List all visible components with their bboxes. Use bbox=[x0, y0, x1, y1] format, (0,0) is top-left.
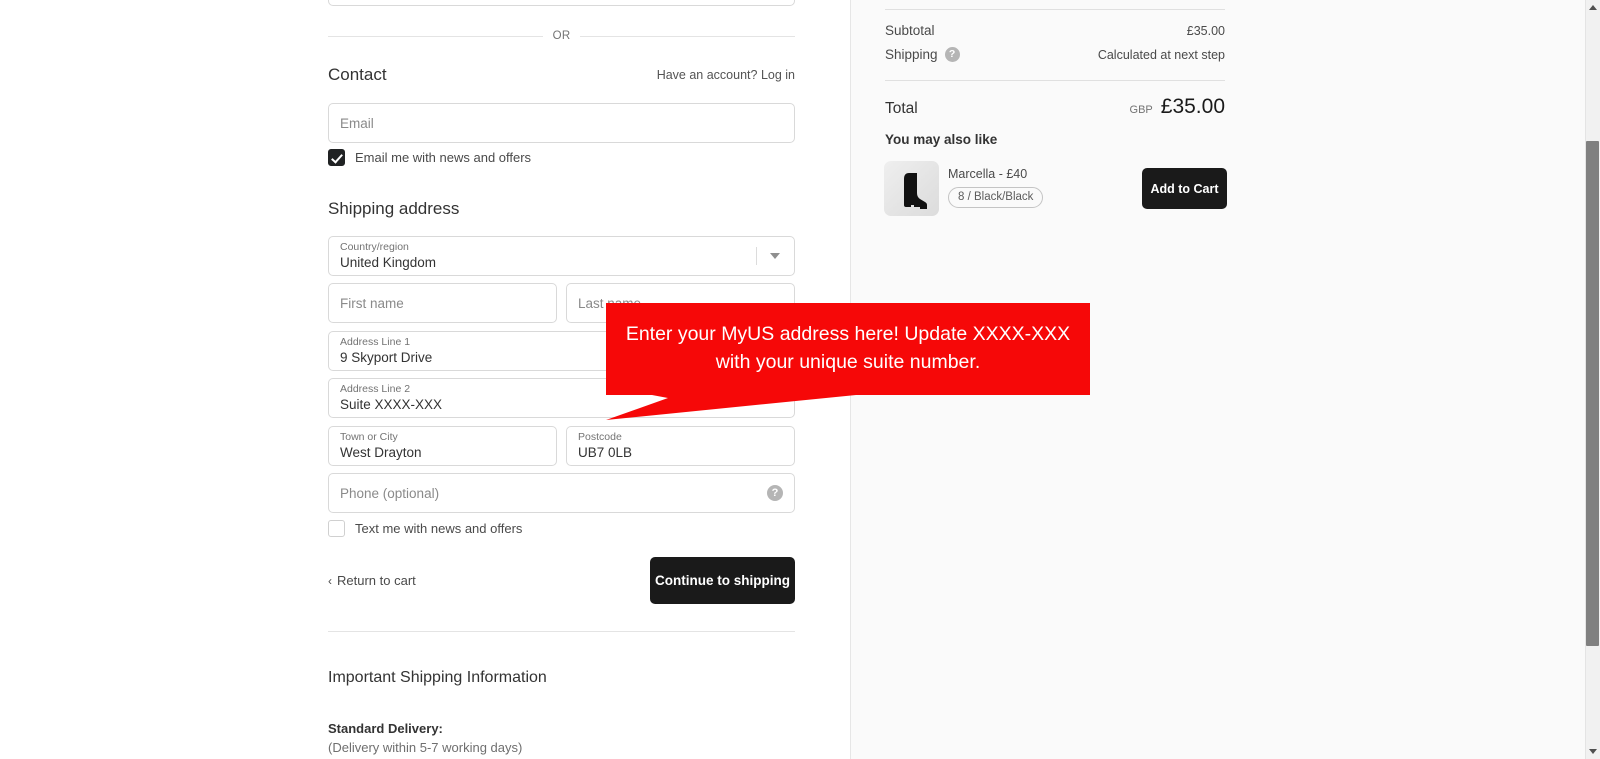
add-to-cart-button[interactable]: Add to Cart bbox=[1142, 168, 1227, 209]
postcode-value: UB7 0LB bbox=[578, 445, 633, 460]
login-link[interactable]: Log in bbox=[761, 68, 795, 82]
upsell-product-name: Marcella - £40 bbox=[948, 167, 1028, 181]
phone-placeholder: Phone (optional) bbox=[340, 486, 440, 501]
login-prompt: Have an account? Log in bbox=[600, 68, 795, 82]
first-name-placeholder: First name bbox=[340, 296, 404, 311]
chevron-left-icon: ‹ bbox=[328, 573, 332, 588]
subtotal-value: £35.00 bbox=[1186, 23, 1225, 38]
email-optin-row[interactable]: Email me with news and offers bbox=[328, 149, 531, 166]
sms-optin-row[interactable]: Text me with news and offers bbox=[328, 520, 522, 537]
annotation-callout: Enter your MyUS address here! Update XXX… bbox=[606, 303, 1090, 395]
shipping-value: Calculated at next step bbox=[1097, 47, 1225, 62]
phone-help-icon[interactable]: ? bbox=[767, 485, 783, 501]
total-row: Total GBP £35.00 bbox=[885, 95, 1225, 119]
postcode-label: Postcode bbox=[578, 431, 622, 443]
divider-rule-left bbox=[328, 35, 543, 37]
country-region-label: Country/region bbox=[340, 241, 409, 253]
address-line-2-label: Address Line 2 bbox=[340, 383, 411, 395]
address-line-1-label: Address Line 1 bbox=[340, 336, 411, 348]
subtotal-label: Subtotal bbox=[885, 23, 935, 38]
town-or-city-field[interactable]: Town or City West Drayton bbox=[328, 426, 557, 466]
sms-optin-checkbox[interactable] bbox=[328, 520, 345, 537]
footer-divider bbox=[328, 631, 795, 632]
email-field[interactable]: Email bbox=[328, 103, 795, 143]
return-to-cart-label: Return to cart bbox=[337, 573, 416, 588]
country-region-value: United Kingdom bbox=[340, 255, 437, 270]
phone-field[interactable]: Phone (optional) ? bbox=[328, 473, 795, 513]
address-line-2-value: Suite XXXX-XXX bbox=[340, 397, 443, 412]
annotation-text: Enter your MyUS address here! Update XXX… bbox=[625, 323, 1071, 373]
shipping-row: Shipping ? Calculated at next step bbox=[885, 47, 1225, 62]
address-line-1-value: 9 Skyport Drive bbox=[340, 350, 433, 365]
express-checkout-button[interactable] bbox=[328, 0, 795, 6]
town-or-city-value: West Drayton bbox=[340, 445, 422, 460]
total-value-group: GBP £35.00 bbox=[1130, 95, 1225, 119]
sms-optin-label: Text me with news and offers bbox=[355, 521, 523, 536]
return-to-cart-link[interactable]: ‹ Return to cart bbox=[328, 573, 416, 588]
shipping-help-icon[interactable]: ? bbox=[944, 47, 960, 62]
annotation-callout-tail bbox=[606, 394, 866, 420]
checkout-page: OR Contact Have an account? Log in Email… bbox=[0, 0, 1600, 759]
country-region-select[interactable]: Country/region United Kingdom bbox=[328, 236, 795, 276]
scrollbar-track[interactable] bbox=[1585, 0, 1600, 759]
scrollbar-thumb[interactable] bbox=[1586, 141, 1599, 646]
upsell-variant-pill: 8 / Black/Black bbox=[948, 187, 1044, 208]
continue-to-shipping-button[interactable]: Continue to shipping bbox=[650, 557, 795, 604]
boot-icon bbox=[904, 173, 927, 209]
caret-glyph bbox=[770, 253, 780, 259]
standard-delivery-note: (Delivery within 5-7 working days) bbox=[328, 740, 523, 755]
summary-total-divider bbox=[885, 80, 1225, 81]
upsell-product-thumbnail[interactable] bbox=[884, 161, 939, 216]
email-placeholder: Email bbox=[340, 116, 374, 131]
shipping-section-title: Shipping address bbox=[328, 199, 460, 218]
shipping-label-group: Shipping ? bbox=[885, 47, 960, 62]
total-amount: £35.00 bbox=[1160, 95, 1225, 118]
postcode-field[interactable]: Postcode UB7 0LB bbox=[566, 426, 795, 466]
scroll-up-arrow-icon[interactable] bbox=[1589, 5, 1597, 10]
email-optin-label: Email me with news and offers bbox=[355, 150, 532, 165]
total-currency: GBP bbox=[1129, 104, 1153, 116]
shipping-label: Shipping bbox=[885, 47, 938, 62]
or-divider: OR bbox=[328, 27, 796, 45]
select-divider bbox=[756, 247, 757, 265]
contact-section-title: Contact bbox=[328, 65, 387, 84]
first-name-field[interactable]: First name bbox=[328, 283, 557, 323]
scroll-down-arrow-icon[interactable] bbox=[1589, 749, 1597, 754]
upsell-section-title: You may also like bbox=[885, 132, 998, 147]
subtotal-row: Subtotal £35.00 bbox=[885, 23, 1225, 38]
email-optin-checkbox[interactable] bbox=[328, 149, 345, 166]
divider-rule-right bbox=[580, 35, 796, 37]
or-label: OR bbox=[552, 30, 571, 42]
total-label: Total bbox=[885, 100, 918, 117]
town-or-city-label: Town or City bbox=[340, 431, 398, 443]
standard-delivery-title: Standard Delivery: bbox=[328, 721, 443, 736]
important-shipping-title: Important Shipping Information bbox=[328, 669, 547, 686]
summary-top-divider bbox=[885, 9, 1225, 10]
login-prompt-text: Have an account? bbox=[656, 68, 758, 82]
chevron-down-icon[interactable] bbox=[756, 237, 794, 275]
